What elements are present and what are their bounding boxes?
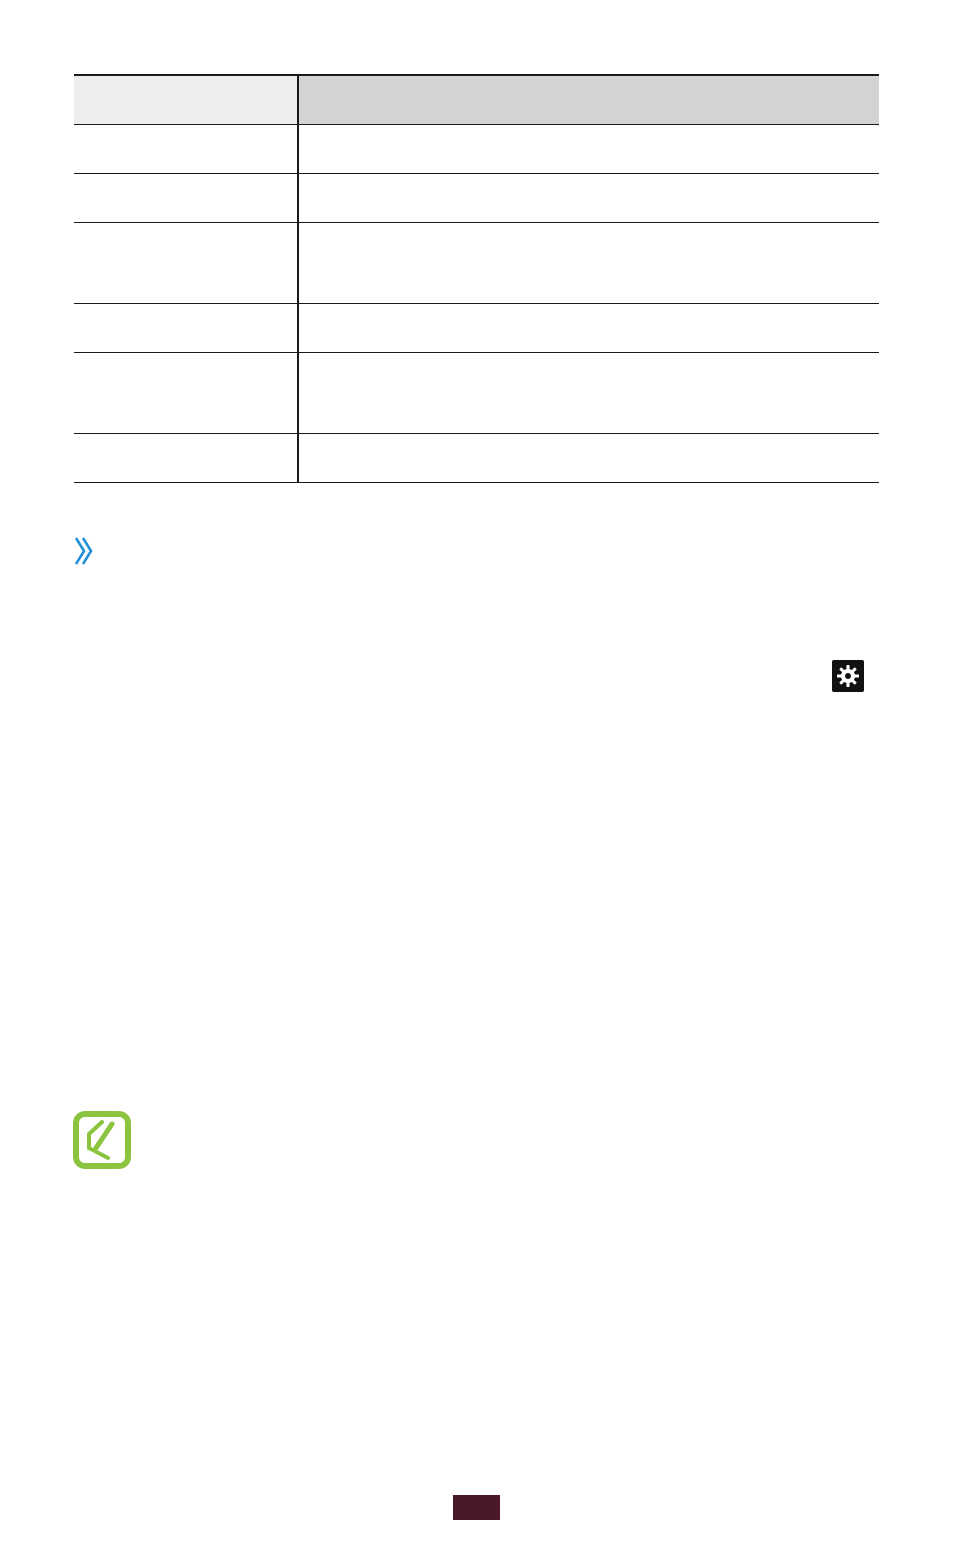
- table-row: [74, 352, 879, 434]
- table-cell: [297, 433, 879, 483]
- table-cell: [74, 222, 298, 304]
- table-cell: [74, 352, 298, 434]
- table-cell: [74, 124, 298, 174]
- table-header-row: [74, 74, 879, 125]
- settings-table: [74, 74, 879, 483]
- table-row: [74, 303, 879, 353]
- table-row: [74, 222, 879, 304]
- table-row: [74, 433, 879, 483]
- table-header-cell: [297, 74, 879, 125]
- table-cell: [74, 173, 298, 223]
- table-cell: [297, 222, 879, 304]
- gear-icon: [832, 660, 864, 692]
- table-cell: [297, 124, 879, 174]
- table-cell: [74, 303, 298, 353]
- table-row: [74, 173, 879, 223]
- table-cell: [297, 303, 879, 353]
- note-pencil-icon: [72, 1110, 132, 1170]
- table-cell: [297, 173, 879, 223]
- table-header-cell: [74, 74, 298, 125]
- table-row: [74, 124, 879, 174]
- page-number-badge: [453, 1495, 500, 1520]
- double-chevron-right-icon: [74, 536, 94, 566]
- table-cell: [297, 352, 879, 434]
- table-cell: [74, 433, 298, 483]
